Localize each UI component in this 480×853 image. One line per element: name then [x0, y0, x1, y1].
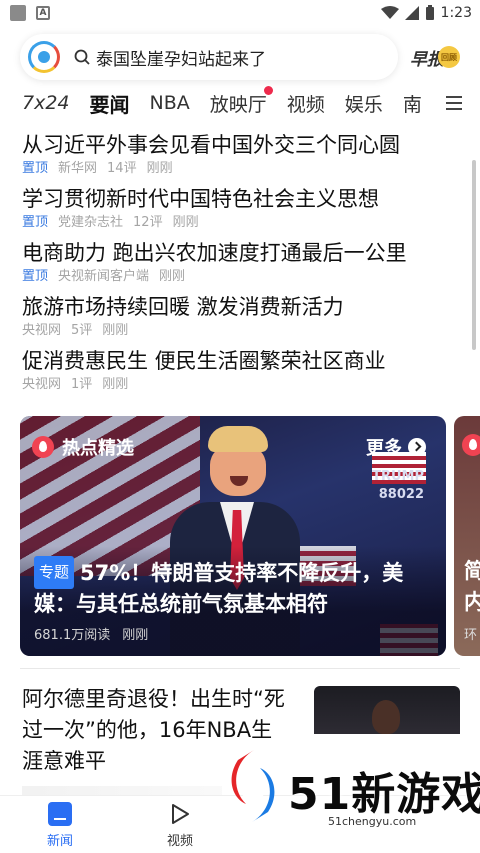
hot-card-meta: 681.1万阅读 刚刚: [34, 624, 148, 643]
next-card-meta: 环: [464, 628, 478, 643]
headline-comments: 5评: [71, 323, 93, 338]
list-item[interactable]: 学习贯彻新时代中国特色社会主义思想 置顶 党建杂志社 12评 刚刚: [22, 184, 462, 232]
play-icon: [172, 804, 189, 824]
notification-a-icon: A: [36, 6, 50, 20]
tab-cinema-label: 放映厅: [209, 93, 267, 116]
headline-source: 央视网: [22, 323, 62, 338]
divider: [20, 668, 460, 669]
morning-report-sub: 回顾: [438, 46, 460, 68]
headline-title[interactable]: 促消费惠民生 便民生活圈繁荣社区商业: [22, 346, 462, 376]
headline-meta: 央视网 5评 刚刚: [22, 322, 462, 340]
signal-icon: [404, 6, 419, 20]
status-indicators: 1:23: [380, 5, 472, 21]
headline-source: 党建杂志社: [58, 215, 124, 230]
headline-comments: 12评: [133, 215, 163, 230]
headline-meta: 置顶 央视新闻客户端 刚刚: [22, 268, 462, 286]
tab-7x24[interactable]: 7x24: [22, 92, 70, 114]
pinned-label: 置顶: [22, 215, 49, 230]
headline-source: 央视新闻客户端: [58, 269, 150, 284]
wifi-icon: [380, 6, 399, 19]
headline-title[interactable]: 电商助力 跑出兴农加速度打通最后一公里: [22, 238, 462, 268]
headline-meta: 置顶 党建杂志社 12评 刚刚: [22, 214, 462, 232]
tab-video[interactable]: 视频: [287, 90, 325, 117]
tab-headlines[interactable]: 要闻: [90, 89, 130, 118]
list-item[interactable]: 从习近平外事会见看中国外交三个同心圆 置顶 新华网 14评 刚刚: [22, 130, 462, 178]
tab-nba[interactable]: NBA: [150, 92, 190, 114]
search-header: 泰国坠崖孕妇站起来了 早报 回顾: [0, 30, 480, 84]
more-button[interactable]: 更多: [366, 434, 426, 460]
headline-meta: 央视网 1评 刚刚: [22, 376, 462, 394]
list-item[interactable]: 促消费惠民生 便民生活圈繁荣社区商业 央视网 1评 刚刚: [22, 346, 462, 394]
search-input[interactable]: 泰国坠崖孕妇站起来了: [96, 45, 266, 70]
fire-icon: [462, 434, 480, 456]
more-label: 更多: [366, 438, 402, 459]
search-icon: [74, 49, 90, 65]
new-badge-dot: [263, 86, 273, 95]
scrollbar-thumb[interactable]: [472, 160, 476, 350]
news-icon: [48, 802, 72, 826]
list-item[interactable]: 旅游市场持续回暖 激发消费新活力 央视网 5评 刚刚: [22, 292, 462, 340]
hot-picks-label: 热点精选: [62, 438, 134, 459]
hot-card-time: 刚刚: [122, 628, 149, 643]
headline-source: 央视网: [22, 377, 62, 392]
pinned-label: 置顶: [22, 269, 49, 284]
status-notifications: A: [10, 5, 50, 21]
hot-picks-header: 热点精选: [32, 434, 134, 460]
watermark: 51新游戏 51chengyu.com: [206, 720, 480, 853]
read-count: 681.1万阅读: [34, 628, 111, 643]
nav-news-label: 新闻: [46, 834, 73, 849]
chevron-right-icon: [408, 438, 426, 456]
hot-topic-card-next[interactable]: 简 内 环: [454, 416, 480, 656]
headline-source: 新华网: [58, 161, 98, 176]
watermark-url: 51chengyu.com: [328, 815, 417, 828]
tab-entertainment[interactable]: 娱乐: [345, 90, 383, 117]
notification-square-icon: [10, 5, 26, 21]
headline-title[interactable]: 旅游市场持续回暖 激发消费新活力: [22, 292, 462, 322]
tab-cinema[interactable]: 放映厅: [209, 86, 273, 117]
status-bar: A 1:23: [0, 0, 480, 26]
hot-card-title[interactable]: 专题 57%！特朗普支持率不降反升，美媒：与其任总统前气氛基本相符: [34, 556, 436, 620]
topic-tag: 专题: [34, 556, 75, 589]
headline-time: 刚刚: [146, 161, 173, 176]
channel-tabs: 7x24 要闻 NBA 放映厅 视频 娱乐 南: [0, 86, 480, 120]
fire-icon: [32, 436, 54, 458]
podium-sign-text: TRUMP 88022: [372, 469, 424, 502]
morning-report-button[interactable]: 早报 回顾: [410, 45, 460, 70]
nav-news[interactable]: 新闻: [30, 802, 90, 849]
nav-video[interactable]: 视频: [150, 802, 210, 849]
next-card-title: 简 内: [464, 559, 480, 614]
hot-card-title-text: 57%！特朗普支持率不降反升，美媒：与其任总统前气氛基本相符: [34, 561, 404, 616]
watermark-brand: 51新游戏: [288, 769, 480, 820]
headline-title[interactable]: 从习近平外事会见看中国外交三个同心圆: [22, 130, 462, 160]
battery-icon: [425, 5, 434, 20]
nav-video-label: 视频: [166, 834, 193, 849]
headline-title[interactable]: 学习贯彻新时代中国特色社会主义思想: [22, 184, 462, 214]
headline-time: 刚刚: [172, 215, 199, 230]
headline-time: 刚刚: [102, 323, 129, 338]
search-bar[interactable]: 泰国坠崖孕妇站起来了: [20, 34, 398, 80]
channel-menu-icon[interactable]: [446, 96, 462, 110]
watermark-logo-icon: [231, 750, 275, 822]
pinned-label: 置顶: [22, 161, 49, 176]
status-time: 1:23: [440, 5, 472, 21]
tab-local[interactable]: 南: [403, 90, 422, 117]
headline-comments: 14评: [107, 161, 137, 176]
list-item[interactable]: 电商助力 跑出兴农加速度打通最后一公里 置顶 央视新闻客户端 刚刚: [22, 238, 462, 286]
headline-comments: 1评: [71, 377, 93, 392]
hot-topic-card[interactable]: TRUMP 88022 热点精选 更多 专题 57%！特朗普支持率不降反升，美媒：…: [20, 416, 446, 656]
headline-list: 从习近平外事会见看中国外交三个同心圆 置顶 新华网 14评 刚刚 学习贯彻新时代…: [22, 130, 462, 400]
headline-meta: 置顶 新华网 14评 刚刚: [22, 160, 462, 178]
app-logo-icon[interactable]: [28, 41, 60, 73]
headline-time: 刚刚: [159, 269, 186, 284]
headline-time: 刚刚: [102, 377, 129, 392]
